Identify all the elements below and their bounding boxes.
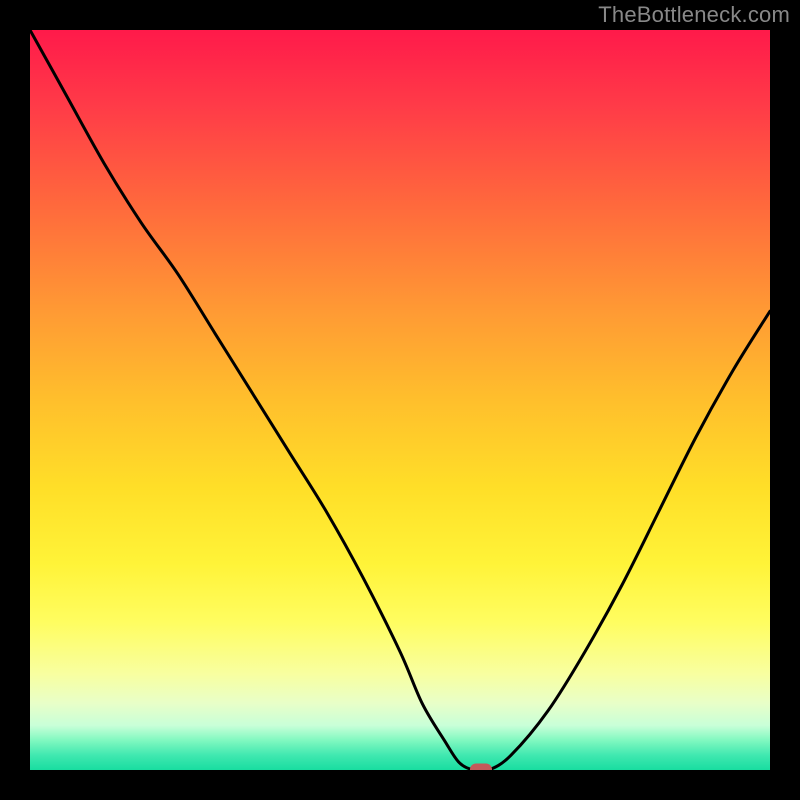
- optimal-point-marker: [470, 764, 492, 771]
- curve-svg: [30, 30, 770, 770]
- watermark-text: TheBottleneck.com: [598, 2, 790, 28]
- chart-frame: TheBottleneck.com: [0, 0, 800, 800]
- bottleneck-curve-path: [30, 30, 770, 770]
- plot-area: [30, 30, 770, 770]
